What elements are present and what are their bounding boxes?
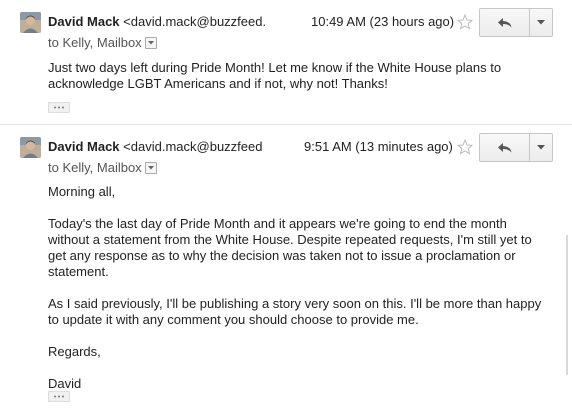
message-actions [479, 133, 553, 162]
more-button[interactable] [530, 134, 552, 161]
reply-icon [497, 17, 511, 27]
show-details-button[interactable] [144, 161, 157, 174]
recipients-text: to Kelly, Mailbox [48, 35, 142, 50]
timestamp[interactable]: 9:51 AM (13 minutes ago) [304, 139, 453, 155]
chevron-down-icon [537, 145, 545, 150]
ellipsis-icon [54, 395, 64, 398]
sender-name[interactable]: David Mack [48, 14, 120, 29]
recipients-line: to Kelly, Mailbox [48, 160, 157, 176]
chevron-down-icon [537, 20, 545, 25]
reply-icon [497, 142, 511, 152]
sender-name[interactable]: David Mack [48, 139, 120, 154]
avatar[interactable] [20, 137, 41, 158]
avatar[interactable] [20, 12, 41, 33]
sender-email: <david.mack@buzzfeed.com> [123, 14, 267, 29]
message-actions [479, 8, 553, 37]
body-paragraph: Morning all, [48, 184, 116, 199]
body-paragraph: Regards, [48, 344, 101, 359]
message-body: Morning all, Today's the last day of Pri… [48, 184, 548, 392]
body-paragraph: Today's the last day of Pride Month and … [48, 216, 532, 279]
body-paragraph: Just two days left during Pride Month! L… [48, 60, 502, 91]
scrollbar[interactable] [566, 235, 568, 375]
body-paragraph: David [48, 376, 82, 391]
recipients-line: to Kelly, Mailbox [48, 35, 157, 51]
chevron-down-icon [147, 40, 154, 45]
sender-line: David Mack <david.mack@buzzfeed.com> [48, 14, 266, 30]
star-icon[interactable] [456, 13, 474, 30]
recipients-text: to Kelly, Mailbox [48, 160, 142, 175]
timestamp[interactable]: 10:49 AM (23 hours ago) [311, 14, 454, 30]
show-trimmed-content-button[interactable] [48, 391, 70, 402]
chevron-down-icon [147, 165, 154, 170]
reply-button[interactable] [480, 134, 530, 161]
body-paragraph: As I said previously, I'll be publishing… [48, 296, 542, 327]
reply-button[interactable] [480, 9, 530, 36]
sender-line: David Mack <david.mack@buzzfeed.com> [48, 139, 263, 155]
ellipsis-icon [54, 106, 64, 109]
show-details-button[interactable] [144, 36, 157, 49]
message-body: Just two days left during Pride Month! L… [48, 60, 548, 92]
sender-email: <david.mack@buzzfeed.com> [123, 139, 263, 154]
show-trimmed-content-button[interactable] [48, 102, 70, 113]
message-divider [0, 124, 572, 125]
star-icon[interactable] [456, 138, 474, 155]
more-button[interactable] [530, 9, 552, 36]
